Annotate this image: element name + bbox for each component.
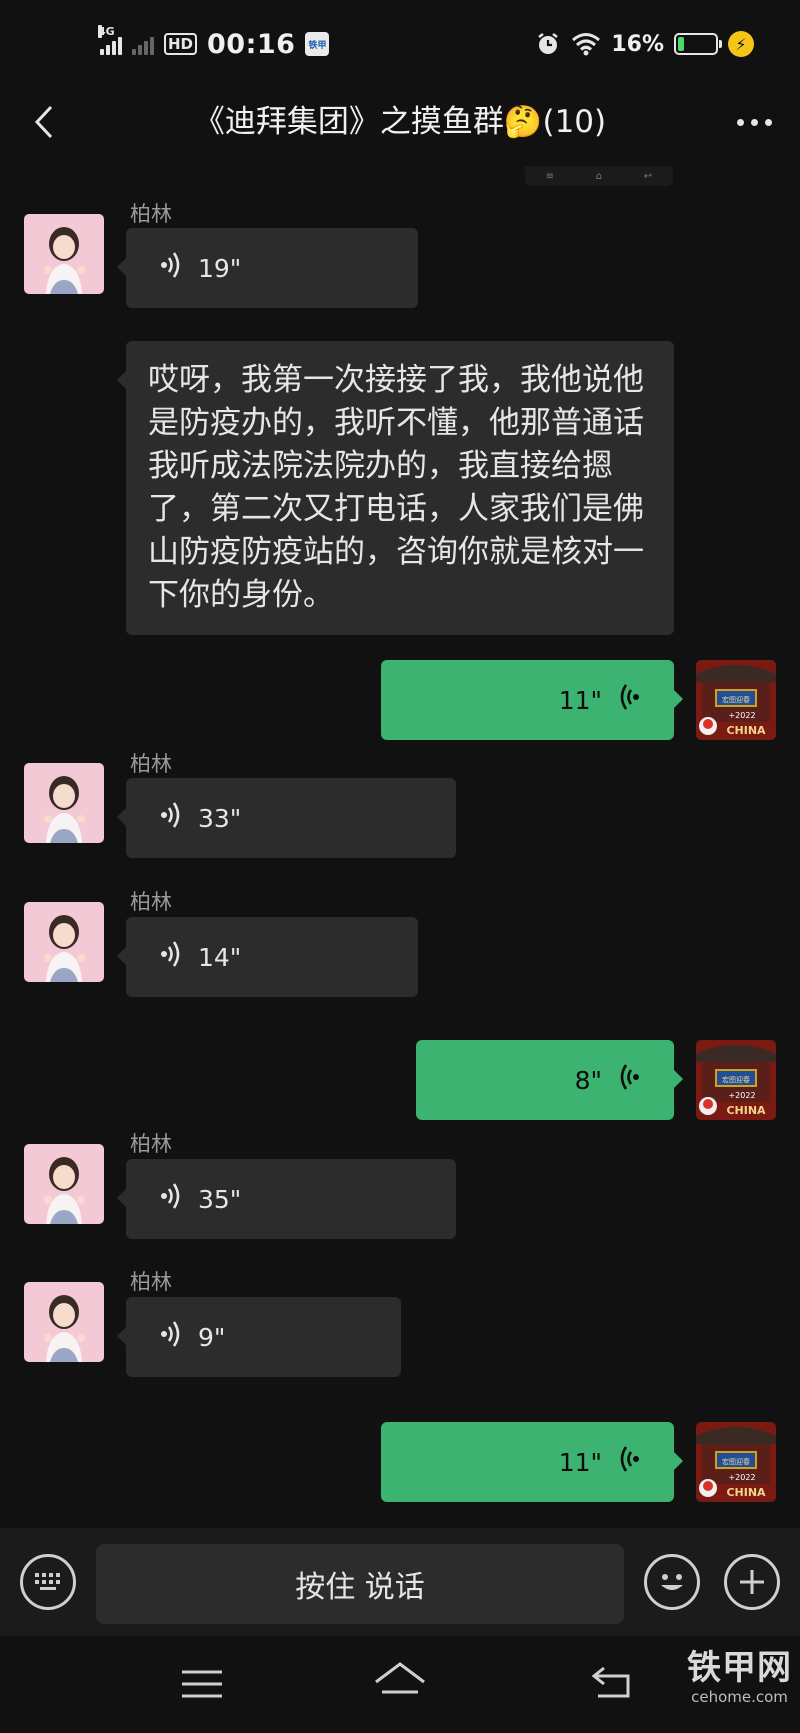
svg-text:+2022: +2022 <box>728 711 755 720</box>
voice-message-bubble[interactable]: 11" <box>381 1422 683 1502</box>
emoji-button[interactable] <box>644 1554 700 1610</box>
self-avatar[interactable]: 宏图迎春 +2022 CHINA <box>696 1040 776 1120</box>
more-dots-icon <box>736 118 744 126</box>
sender-name: 柏林 <box>130 752 172 776</box>
chat-header: 《迪拜集团》之摸鱼群🤔(10) <box>0 90 800 154</box>
menu-icon[interactable] <box>176 1664 228 1704</box>
more-dots-icon <box>764 118 772 126</box>
voice-message-bubble[interactable]: 33" <box>117 778 456 858</box>
battery-level <box>678 37 684 51</box>
voice-wave-icon <box>160 800 184 836</box>
input-bar: 按住 说话 <box>0 1528 800 1636</box>
battery-percent: 16% <box>611 31 664 57</box>
network-type: 4G <box>98 25 115 38</box>
voice-duration: 35" <box>198 1184 242 1214</box>
voice-wave-icon <box>616 1062 640 1098</box>
back-button[interactable] <box>22 100 66 144</box>
svg-text:宏图迎春: 宏图迎春 <box>722 695 750 704</box>
peek-item: ↩ <box>643 170 653 182</box>
keyboard-icon <box>35 1573 60 1590</box>
text-message-bubble[interactable]: 哎呀，我第一次接接了我，我他说他是防疫办的，我听不懂，他那普通话我听成法院法院办… <box>117 341 674 635</box>
watermark-url: cehome.com <box>691 1688 788 1706</box>
status-left: 4G HD 00:16 铁甲 <box>98 25 330 60</box>
sender-avatar[interactable] <box>24 1282 104 1362</box>
chevron-left-icon <box>34 105 53 139</box>
hold-to-talk-button[interactable]: 按住 说话 <box>96 1544 624 1624</box>
battery-icon <box>674 33 722 55</box>
voice-wave-icon <box>160 939 184 975</box>
sender-name: 柏林 <box>130 202 172 226</box>
charging-icon: ⚡ <box>728 31 754 57</box>
sender-name: 柏林 <box>130 1270 172 1294</box>
svg-text:CHINA: CHINA <box>726 1104 766 1117</box>
cellular-signal-icon: 4G <box>98 25 122 55</box>
home-icon[interactable] <box>372 1658 428 1706</box>
voice-wave-icon <box>160 250 184 286</box>
voice-wave-icon <box>616 1444 640 1480</box>
svg-text:宏图迎春: 宏图迎春 <box>722 1075 750 1084</box>
voice-message-bubble[interactable]: 8" <box>416 1040 683 1120</box>
secondary-signal-icon <box>132 33 154 55</box>
sender-name: 柏林 <box>130 1132 172 1156</box>
smiley-icon <box>661 1574 683 1590</box>
watermark: 铁甲网 cehome.com <box>687 1648 792 1706</box>
voice-wave-icon <box>160 1181 184 1217</box>
sender-name: 柏林 <box>130 890 172 914</box>
self-avatar[interactable]: 宏图迎春 +2022 CHINA <box>696 660 776 740</box>
voice-message-bubble[interactable]: 11" <box>381 660 683 740</box>
app-notification-icon: 铁甲 <box>305 32 330 56</box>
svg-text:+2022: +2022 <box>728 1091 755 1100</box>
system-navigation-bar: 铁甲网 cehome.com <box>0 1636 800 1733</box>
plus-icon <box>740 1570 764 1594</box>
voice-wave-icon <box>616 682 640 718</box>
voice-wave-icon <box>160 1319 184 1355</box>
more-options-button[interactable] <box>732 106 776 138</box>
svg-text:CHINA: CHINA <box>726 1486 766 1499</box>
voice-duration: 14" <box>198 942 242 972</box>
alarm-icon <box>538 33 559 54</box>
floating-toolbar-peek: ≡ ⌂ ↩ <box>525 166 673 186</box>
status-bar: 4G HD 00:16 铁甲 16% ⚡ <box>0 0 800 90</box>
wifi-icon <box>572 33 601 56</box>
svg-text:+2022: +2022 <box>728 1473 755 1482</box>
voice-duration: 11" <box>558 1447 602 1477</box>
voice-message-bubble[interactable]: 9" <box>117 1297 401 1377</box>
svg-text:宏图迎春: 宏图迎春 <box>722 1457 750 1466</box>
voice-duration: 19" <box>198 253 242 283</box>
voice-message-bubble[interactable]: 35" <box>117 1159 456 1239</box>
more-functions-button[interactable] <box>724 1554 780 1610</box>
back-nav-icon[interactable] <box>584 1660 640 1704</box>
voice-duration: 33" <box>198 803 242 833</box>
peek-item: ⌂ <box>595 170 603 182</box>
peek-item: ≡ <box>545 170 555 182</box>
sender-avatar[interactable] <box>24 902 104 982</box>
voice-message-bubble[interactable]: 14" <box>117 917 418 997</box>
hd-indicator: HD <box>164 33 198 55</box>
self-avatar[interactable]: 宏图迎春 +2022 CHINA <box>696 1422 776 1502</box>
svg-text:CHINA: CHINA <box>726 724 766 737</box>
voice-message-bubble[interactable]: 19" <box>117 228 418 308</box>
sender-avatar[interactable] <box>24 1144 104 1224</box>
message-list[interactable]: ≡ ⌂ ↩ 柏林 19" 哎呀，我第一次接接了我，我他说他是防疫办的，我听不懂，… <box>0 154 800 1528</box>
voice-duration: 8" <box>574 1065 602 1095</box>
sender-avatar[interactable] <box>24 214 104 294</box>
voice-duration: 11" <box>558 685 602 715</box>
chat-title: 《迪拜集团》之摸鱼群🤔(10) <box>193 104 607 140</box>
more-dots-icon <box>750 118 758 126</box>
status-right: 16% ⚡ <box>535 28 754 60</box>
keyboard-toggle-button[interactable] <box>20 1554 76 1610</box>
watermark-logo: 铁甲网 <box>687 1648 792 1688</box>
voice-duration: 9" <box>198 1322 226 1352</box>
clock: 00:16 <box>207 28 296 60</box>
sender-avatar[interactable] <box>24 763 104 843</box>
